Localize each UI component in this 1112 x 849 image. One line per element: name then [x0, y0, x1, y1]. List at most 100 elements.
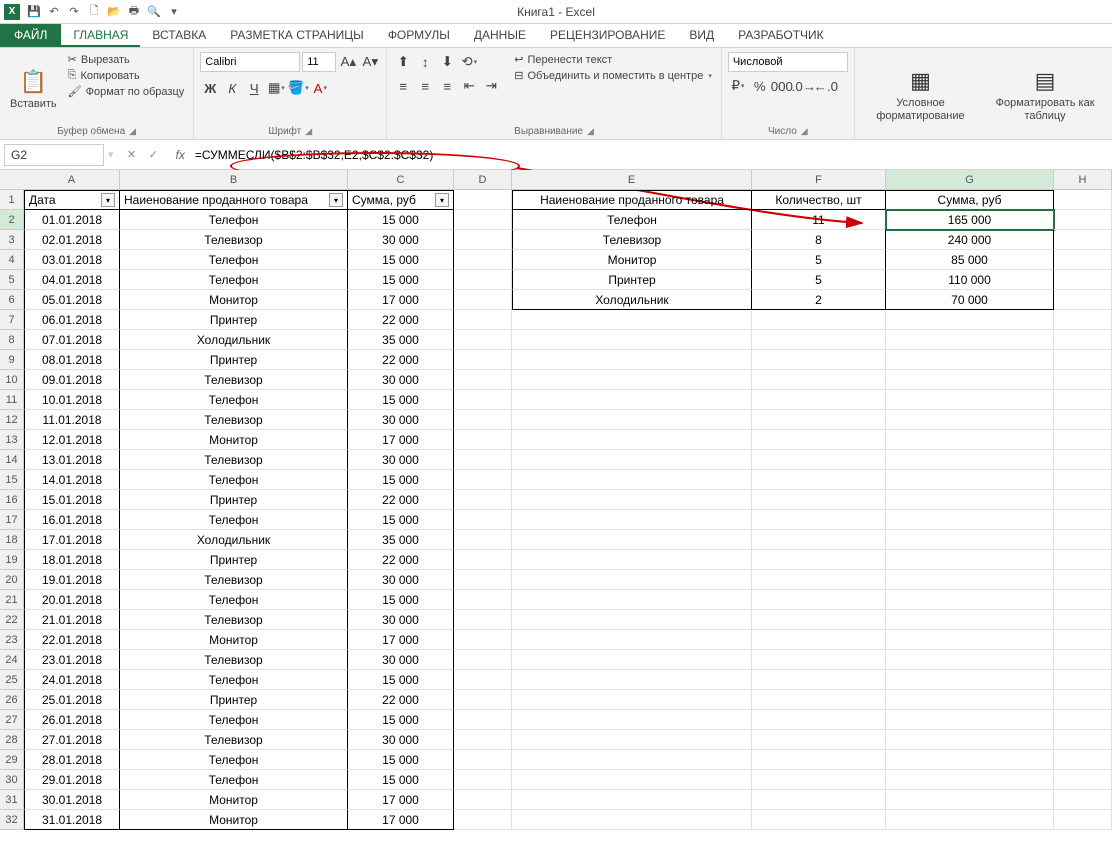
- cell[interactable]: [1054, 710, 1112, 730]
- cell[interactable]: [752, 650, 886, 670]
- cell[interactable]: Наиенование проданного товара: [512, 190, 752, 210]
- percent-button[interactable]: %: [750, 76, 770, 96]
- cell[interactable]: [512, 510, 752, 530]
- cell[interactable]: [512, 730, 752, 750]
- underline-button[interactable]: Ч: [244, 78, 264, 98]
- cell[interactable]: Телефон: [120, 750, 348, 770]
- conditional-formatting-button[interactable]: ▦ Условное форматирование: [861, 52, 980, 135]
- cell[interactable]: [512, 750, 752, 770]
- cell[interactable]: [886, 610, 1054, 630]
- cell[interactable]: [1054, 210, 1112, 230]
- cell[interactable]: 22 000: [348, 490, 454, 510]
- cell[interactable]: Количество, шт: [752, 190, 886, 210]
- row-header-24[interactable]: 24: [0, 650, 24, 670]
- cell[interactable]: [512, 770, 752, 790]
- cell[interactable]: [512, 470, 752, 490]
- cell[interactable]: [1054, 690, 1112, 710]
- cell[interactable]: 15.01.2018: [24, 490, 120, 510]
- cell[interactable]: 21.01.2018: [24, 610, 120, 630]
- cell[interactable]: 15 000: [348, 510, 454, 530]
- cell[interactable]: 11.01.2018: [24, 410, 120, 430]
- qat-redo-icon[interactable]: ↷: [64, 2, 84, 22]
- cell[interactable]: 20.01.2018: [24, 590, 120, 610]
- cell[interactable]: [512, 610, 752, 630]
- col-header-B[interactable]: B: [120, 170, 348, 189]
- cell[interactable]: 05.01.2018: [24, 290, 120, 310]
- cell[interactable]: Телевизор: [120, 370, 348, 390]
- cell[interactable]: [886, 450, 1054, 470]
- cell[interactable]: [454, 770, 512, 790]
- cell[interactable]: [512, 790, 752, 810]
- cell[interactable]: 14.01.2018: [24, 470, 120, 490]
- cell[interactable]: [454, 290, 512, 310]
- cell[interactable]: 31.01.2018: [24, 810, 120, 830]
- cell[interactable]: 5: [752, 270, 886, 290]
- paste-button[interactable]: 📋 Вставить: [6, 52, 61, 124]
- cell[interactable]: Телефон: [120, 250, 348, 270]
- cell[interactable]: 10.01.2018: [24, 390, 120, 410]
- cell[interactable]: [454, 550, 512, 570]
- row-header-20[interactable]: 20: [0, 570, 24, 590]
- row-header-17[interactable]: 17: [0, 510, 24, 530]
- cell[interactable]: Принтер: [120, 490, 348, 510]
- cell[interactable]: Телевизор: [120, 570, 348, 590]
- cell[interactable]: [512, 550, 752, 570]
- cell[interactable]: [752, 570, 886, 590]
- cell[interactable]: [1054, 750, 1112, 770]
- cell[interactable]: [752, 310, 886, 330]
- cell[interactable]: [512, 810, 752, 830]
- cell[interactable]: [1054, 310, 1112, 330]
- cell[interactable]: [1054, 370, 1112, 390]
- cell[interactable]: Монитор: [512, 250, 752, 270]
- cell[interactable]: [886, 490, 1054, 510]
- cell[interactable]: [752, 610, 886, 630]
- row-header-29[interactable]: 29: [0, 750, 24, 770]
- format-painter-button[interactable]: 🖌Формат по образцу: [65, 84, 188, 99]
- cell[interactable]: 02.01.2018: [24, 230, 120, 250]
- col-header-C[interactable]: C: [348, 170, 454, 189]
- number-format-select[interactable]: [728, 52, 848, 72]
- cell[interactable]: [1054, 730, 1112, 750]
- indent-increase-button[interactable]: ⇥: [481, 76, 501, 96]
- cell[interactable]: [886, 810, 1054, 830]
- grow-font-button[interactable]: A▴: [338, 52, 358, 72]
- cell[interactable]: [886, 430, 1054, 450]
- cell[interactable]: Телевизор: [120, 230, 348, 250]
- cell[interactable]: Телефон: [120, 390, 348, 410]
- cell[interactable]: 8: [752, 230, 886, 250]
- align-dialog-launcher[interactable]: ◢: [587, 126, 594, 137]
- border-button[interactable]: ▦: [266, 78, 286, 98]
- row-header-10[interactable]: 10: [0, 370, 24, 390]
- cell[interactable]: 07.01.2018: [24, 330, 120, 350]
- cell[interactable]: 13.01.2018: [24, 450, 120, 470]
- cell[interactable]: [454, 370, 512, 390]
- align-top-button[interactable]: ⬆: [393, 52, 413, 72]
- cell[interactable]: 30 000: [348, 410, 454, 430]
- col-header-F[interactable]: F: [752, 170, 886, 189]
- cell[interactable]: 30 000: [348, 450, 454, 470]
- cell[interactable]: [1054, 590, 1112, 610]
- cell[interactable]: [1054, 610, 1112, 630]
- align-bottom-button[interactable]: ⬇: [437, 52, 457, 72]
- tab-file[interactable]: ФАЙЛ: [0, 24, 61, 47]
- wrap-text-button[interactable]: ↩Перенести текст: [511, 52, 715, 67]
- cell[interactable]: [752, 710, 886, 730]
- cell[interactable]: 16.01.2018: [24, 510, 120, 530]
- cell[interactable]: 15 000: [348, 270, 454, 290]
- cell[interactable]: 17 000: [348, 790, 454, 810]
- cell[interactable]: [512, 570, 752, 590]
- cell[interactable]: 04.01.2018: [24, 270, 120, 290]
- cell[interactable]: 17.01.2018: [24, 530, 120, 550]
- cell[interactable]: [454, 790, 512, 810]
- cell[interactable]: [752, 350, 886, 370]
- cell[interactable]: [454, 190, 512, 210]
- cell[interactable]: 17 000: [348, 810, 454, 830]
- spreadsheet-grid[interactable]: A B C D E F G H 123456789101112131415161…: [0, 170, 1112, 830]
- cell[interactable]: [886, 750, 1054, 770]
- cell[interactable]: [454, 270, 512, 290]
- cell[interactable]: 70 000: [886, 290, 1054, 310]
- cell[interactable]: 17 000: [348, 430, 454, 450]
- cell[interactable]: Телефон: [120, 590, 348, 610]
- qat-print-icon[interactable]: 🖶: [124, 2, 144, 22]
- cell[interactable]: Принтер: [120, 550, 348, 570]
